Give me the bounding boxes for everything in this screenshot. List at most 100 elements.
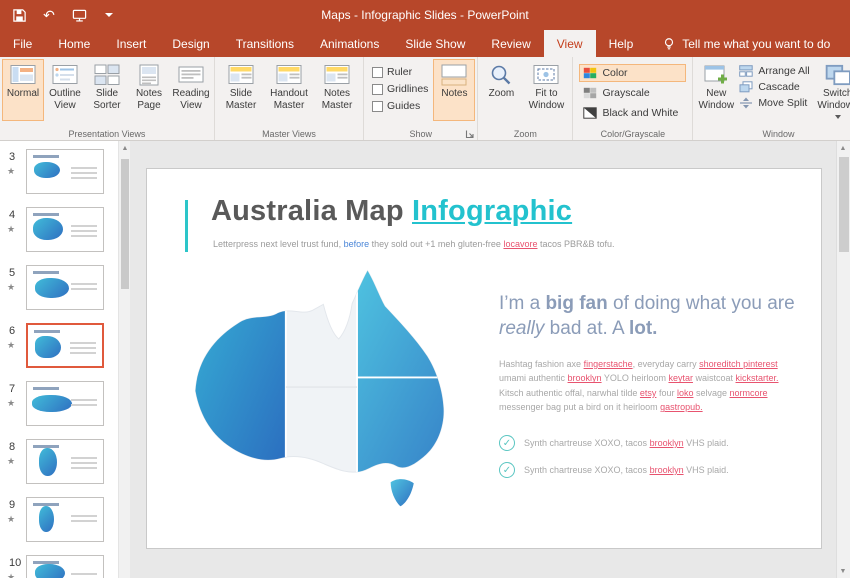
slide-thumbnail[interactable] [26, 439, 104, 484]
lightbulb-icon [662, 37, 676, 51]
gridlines-checkbox[interactable]: Gridlines [372, 83, 428, 95]
body-link: brooklyn [568, 373, 602, 383]
checklist-item-1[interactable]: ✓ Synth chartreuse XOXO, tacos brooklyn … [499, 435, 799, 451]
body-link: loko [677, 388, 694, 398]
guides-checkbox[interactable]: Guides [372, 100, 428, 112]
scroll-up-arrow[interactable]: ▲ [836, 141, 850, 155]
body-text: selvage [693, 388, 729, 398]
thumbnail-row-3: 3 ★ [0, 147, 118, 203]
slide-sorter-button[interactable]: Slide Sorter [86, 59, 128, 121]
thumbnail-row-4: 4 ★ [0, 205, 118, 261]
zoom-button[interactable]: Zoom [480, 59, 522, 121]
slide-thumbnail[interactable] [26, 497, 104, 542]
slide-master-button[interactable]: Slide Master [217, 59, 265, 121]
main-vertical-scrollbar[interactable]: ▲ ▼ [836, 141, 850, 578]
body-link: normcore [730, 388, 768, 398]
mini-title-bar [33, 213, 59, 216]
ribbon-tab-bar: File Home Insert Design Transitions Anim… [0, 30, 850, 57]
slide-thumbnail[interactable] [26, 265, 104, 310]
black-and-white-option[interactable]: Black and White [579, 104, 686, 122]
window-title: Maps - Infographic Slides - PowerPoint [0, 8, 850, 22]
body-text: waistcoat [693, 373, 736, 383]
tell-me-box[interactable]: Tell me what you want to do [662, 30, 830, 57]
mini-title-bar [33, 271, 59, 274]
slide-thumbnail[interactable] [26, 207, 104, 252]
normal-view-button[interactable]: Normal [2, 59, 44, 121]
undo-button[interactable]: ↶ [40, 6, 58, 24]
thumbnail-panel-scrollbar[interactable]: ▲ [118, 141, 130, 578]
tab-help[interactable]: Help [596, 30, 647, 57]
scrollbar-thumb[interactable] [121, 159, 129, 289]
show-checkboxes: Ruler Gridlines Guides [366, 59, 433, 112]
scroll-down-arrow[interactable]: ▼ [836, 564, 850, 578]
grayscale-swatch-icon [583, 87, 597, 99]
checklist-text: Synth chartreuse XOXO, tacos brooklyn VH… [524, 465, 729, 475]
checkbox-icon [372, 101, 383, 112]
thumbnail-row-7: 7 ★ [0, 379, 118, 435]
body-link: shoreditch pinterest [699, 359, 778, 369]
tab-review[interactable]: Review [478, 30, 543, 57]
heading-italic: really [499, 318, 544, 339]
tab-transitions[interactable]: Transitions [223, 30, 307, 57]
tab-home[interactable]: Home [45, 30, 103, 57]
customize-qat-button[interactable] [100, 6, 118, 24]
slide-thumbnail[interactable] [26, 381, 104, 426]
check-circle-icon: ✓ [499, 435, 515, 451]
tab-animations[interactable]: Animations [307, 30, 392, 57]
fit-to-window-label: Fit to Window [524, 88, 568, 111]
body-link: fingerstache [584, 359, 633, 369]
cascade-button[interactable]: Cascade [739, 81, 809, 93]
tab-slide-show[interactable]: Slide Show [392, 30, 478, 57]
tab-view[interactable]: View [544, 30, 596, 57]
notes-master-button[interactable]: Notes Master [313, 59, 361, 121]
grayscale-option[interactable]: Grayscale [579, 84, 686, 102]
switch-windows-icon [825, 64, 850, 86]
slide-thumbnail[interactable] [26, 149, 104, 194]
slide-subtitle[interactable]: Letterpress next level trust fund, befor… [213, 239, 615, 249]
arrange-all-button[interactable]: Arrange All [739, 65, 809, 77]
slide-master-label: Slide Master [219, 88, 263, 111]
notes-toggle-button[interactable]: Notes [433, 59, 475, 121]
group-label-color-grayscale: Color/Grayscale [573, 129, 692, 139]
move-split-button[interactable]: Move Split [739, 97, 809, 109]
mini-text-lines [71, 164, 97, 182]
fit-to-window-button[interactable]: Fit to Window [522, 59, 570, 121]
tab-insert[interactable]: Insert [103, 30, 159, 57]
subtitle-text: they sold out +1 meh gluten-free [369, 239, 503, 249]
mini-title-bar [34, 330, 60, 333]
slide-number: 4 [9, 209, 15, 221]
australia-map-graphic[interactable] [177, 264, 487, 504]
color-option[interactable]: Color [579, 64, 686, 82]
reading-view-button[interactable]: Reading View [170, 59, 212, 121]
scrollbar-thumb[interactable] [839, 157, 849, 252]
check-text: Synth chartreuse XOXO, tacos [524, 438, 650, 448]
slide-number: 7 [9, 383, 15, 395]
slide-sorter-icon [94, 64, 120, 86]
notes-page-icon [136, 64, 162, 86]
ruler-checkbox[interactable]: Ruler [372, 66, 428, 78]
slide-body-paragraph[interactable]: Hashtag fashion axe fingerstache, everyd… [499, 357, 799, 415]
subtitle-text: tacos PBR&B tofu. [537, 239, 614, 249]
slide-heading[interactable]: I’m a big fan of doing what you are real… [499, 291, 801, 341]
notes-master-label: Notes Master [315, 88, 359, 111]
save-button[interactable] [10, 6, 28, 24]
tab-file[interactable]: File [0, 30, 45, 57]
outline-view-button[interactable]: Outline View [44, 59, 86, 121]
new-window-button[interactable]: New Window [695, 59, 737, 121]
slide-canvas[interactable]: Australia Map Infographic Letterpress ne… [146, 168, 822, 549]
thumbnail-row-10: 10 ★ [0, 553, 118, 578]
switch-windows-button[interactable]: Switch Windows [814, 59, 850, 122]
body-text: Hashtag fashion axe [499, 359, 584, 369]
start-slideshow-button[interactable] [70, 6, 88, 24]
outline-view-label: Outline View [46, 88, 84, 111]
checklist-item-2[interactable]: ✓ Synth chartreuse XOXO, tacos brooklyn … [499, 462, 799, 478]
mini-map [35, 564, 65, 578]
slide-title[interactable]: Australia Map Infographic [211, 195, 572, 228]
handout-master-button[interactable]: Handout Master [265, 59, 313, 121]
new-window-label: New Window [697, 88, 735, 111]
notes-page-button[interactable]: Notes Page [128, 59, 170, 121]
tab-design[interactable]: Design [159, 30, 222, 57]
slide-thumbnail[interactable] [26, 323, 104, 368]
mini-text-lines [71, 222, 97, 240]
slide-thumbnail[interactable] [26, 555, 104, 578]
